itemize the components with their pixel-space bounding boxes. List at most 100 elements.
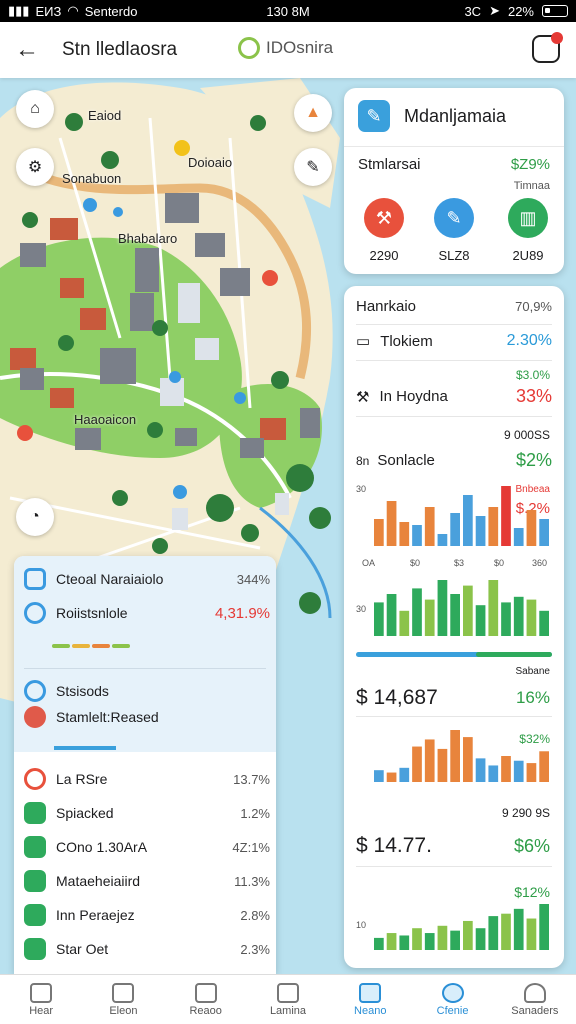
nav-home[interactable]: Hear	[0, 975, 82, 1024]
section-big-number: $ 14.77.	[356, 834, 432, 857]
stats-section[interactable]: 8n Sonlacle $2%	[356, 450, 552, 471]
list-item[interactable]: Star Oet 2.3%	[24, 938, 270, 960]
chart-bar	[475, 605, 486, 636]
list-item-label: Roiistsnlole	[56, 605, 128, 621]
battery-percent: 22%	[507, 3, 534, 19]
hammer-icon: ⚒	[356, 388, 370, 406]
chart-bar	[399, 610, 410, 636]
stats-row-value: 2.30%	[506, 332, 552, 349]
tool-button[interactable]: ✎	[294, 148, 332, 186]
map-icon	[359, 982, 382, 1003]
filter-button[interactable]: ⚙	[16, 148, 54, 186]
list-item-label: Stsisods	[56, 683, 109, 699]
page-title: Stn lledlaosra	[62, 39, 178, 60]
chart-bar	[386, 933, 397, 950]
section-value: 16%	[515, 688, 550, 707]
summary-row-label: Stmlarsai	[358, 156, 421, 173]
stats-row[interactable]: ⚒ In Hoydna 33%	[356, 386, 552, 407]
list-item[interactable]: La RSre 13.7%	[24, 768, 270, 790]
chart-bar	[399, 767, 410, 782]
chart-bar	[526, 510, 537, 546]
chart-bar	[412, 746, 422, 782]
section-big-number: $ 14,687	[356, 686, 438, 709]
summary-row-value: $Z9%	[510, 156, 550, 173]
list-item[interactable]: Stamlelt:Reased	[24, 706, 270, 728]
stats-row[interactable]: ▭ Tlokiem 2.30%	[356, 332, 552, 350]
section-small: 9 290 9S	[501, 806, 550, 820]
list-item[interactable]: Mataeheiaiird 11.3%	[24, 870, 270, 892]
button-value: 2U89	[512, 248, 544, 263]
nav-label: Eleon	[109, 1004, 138, 1017]
nav-label: Neano	[354, 1004, 387, 1017]
back-arrow-icon[interactable]: ←	[12, 36, 42, 64]
list-item[interactable]: Inn Peraejez 2.8%	[24, 904, 270, 926]
status-dashes	[52, 644, 130, 648]
alert-dot	[551, 32, 563, 44]
chart-bar	[513, 596, 524, 636]
axis-tick: 360	[532, 558, 548, 568]
header-center[interactable]: IDOsnira	[238, 37, 333, 59]
list-item[interactable]: Cteoal Naraiaiolo 344%	[24, 568, 270, 590]
chart-bar	[539, 904, 549, 950]
list-item-label: Inn Peraejez	[56, 907, 135, 923]
circle-icon	[24, 602, 46, 624]
divider	[356, 324, 552, 325]
stats-card: Hanrkaio 70,9% ▭ Tlokiem 2.30% $3.0% ⚒ I…	[344, 286, 564, 968]
stats-row-label: Tlokiem	[380, 332, 433, 350]
chart-icon[interactable]: ▥	[508, 198, 548, 238]
chart-bar	[463, 737, 473, 782]
map-label: Bhabalaro	[118, 231, 178, 246]
chart-bar	[488, 507, 499, 546]
chart-bar	[424, 739, 435, 782]
stats-row-label: In Hoydna	[379, 388, 448, 405]
chart-bar	[424, 507, 435, 546]
list-item[interactable]: Stsisods	[24, 680, 270, 702]
chart-bar	[475, 516, 486, 546]
layers-button[interactable]: ⌂	[16, 90, 54, 128]
chart-bar	[374, 519, 384, 546]
chart-bar	[386, 772, 397, 782]
nav-camera[interactable]: Lamina	[247, 975, 329, 1024]
status-bar: ▮▮▮ ЕИЗ ◠ Senterdo 130 8M 3C ➤ 22%	[0, 0, 576, 22]
list-item[interactable]: COno 1.30ArA 4Z:1%	[24, 836, 270, 858]
nav-book[interactable]: Eleon	[82, 975, 164, 1024]
square-icon	[24, 568, 46, 590]
list-item-label: Star Oet	[56, 941, 109, 957]
list-item[interactable]: Spiacked 1.2%	[24, 802, 270, 824]
chart-bar	[475, 758, 486, 782]
button-value: SLZ8	[438, 248, 470, 263]
locate-button[interactable]: ◔	[16, 498, 54, 536]
list-item-value: 344%	[236, 571, 270, 587]
list-item[interactable]: Roiistsnlole 4,31.9%	[24, 602, 270, 624]
tool-icon[interactable]: ⚒	[364, 198, 404, 238]
nav-list[interactable]: Reaoo	[165, 975, 247, 1024]
axis-tick: $3	[454, 558, 465, 568]
pencil-icon[interactable]: ✎	[434, 198, 474, 238]
section-sub2: $12%	[514, 884, 550, 900]
list-item-value: 4,31.9%	[214, 604, 270, 622]
map-label: Haaoaicon	[74, 412, 137, 427]
tab-indicator	[54, 746, 116, 750]
section-small: 9 000SS	[503, 428, 550, 442]
chart-bar	[437, 580, 448, 636]
alert-icon[interactable]	[532, 32, 563, 63]
bar-chart-3	[374, 730, 549, 782]
nav-profile[interactable]: Sanaders	[494, 975, 576, 1024]
box-icon	[24, 938, 46, 960]
divider	[356, 716, 552, 717]
alarm-button[interactable]: ▲	[294, 94, 332, 132]
shield-icon	[24, 706, 46, 728]
chart-bar	[386, 501, 397, 546]
map-label: Eaiod	[88, 108, 122, 123]
header-center-label: IDOsnira	[266, 38, 334, 57]
wrench-icon: ✎	[358, 100, 390, 132]
nav-globe[interactable]: Cfenie	[411, 975, 493, 1024]
nav-map[interactable]: Neano	[329, 975, 411, 1024]
list-item-value: 11.3%	[234, 873, 270, 889]
chart-bar	[450, 930, 460, 950]
chart-bar	[513, 908, 524, 950]
status-icon	[24, 680, 46, 702]
leaf-icon	[238, 37, 260, 59]
chart-bar	[488, 916, 499, 950]
stats-row-sub: $3.0%	[515, 368, 550, 382]
